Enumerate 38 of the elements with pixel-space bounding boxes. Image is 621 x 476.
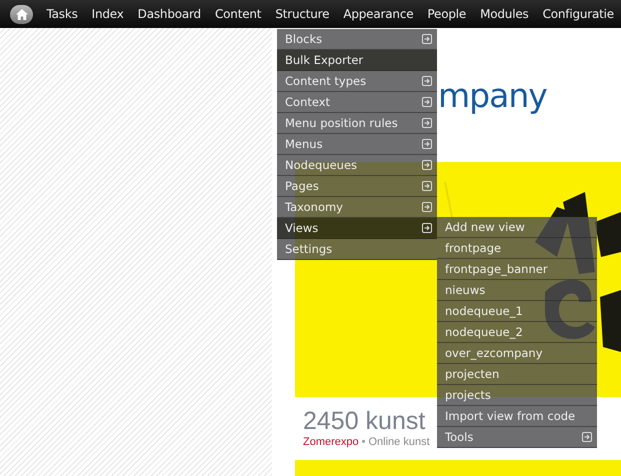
logo-text: mpany [438, 76, 547, 114]
tagline-link[interactable]: Zomerexpo [303, 436, 359, 448]
tagline: Online kunst [368, 436, 430, 448]
toolbar-item[interactable]: People [420, 7, 474, 21]
menu-item[interactable]: Content types [277, 71, 437, 92]
toolbar-item[interactable]: Appearance [336, 7, 420, 21]
menu-item[interactable]: Menu position rules [277, 113, 437, 134]
menu-item[interactable]: Blocks [277, 29, 437, 50]
menu-item[interactable]: Settings [277, 239, 437, 260]
submenu-item[interactable]: Tools [437, 427, 597, 448]
menu-item[interactable]: Nodequeues [277, 155, 437, 176]
menu-item[interactable]: Views [277, 218, 437, 239]
separator: • [362, 436, 366, 448]
submenu-item[interactable]: frontpage [437, 238, 597, 259]
toolbar-item[interactable]: Modules [473, 7, 536, 21]
submenu-item[interactable]: nodequeue_1 [437, 301, 597, 322]
submenu-item[interactable]: Add new view [437, 217, 597, 238]
home-icon [16, 8, 28, 20]
menu-item[interactable]: Context [277, 92, 437, 113]
toolbar-item[interactable]: Index [84, 7, 131, 21]
menu-item[interactable]: Pages [277, 176, 437, 197]
submenu-item[interactable]: nodequeue_2 [437, 322, 597, 343]
toolbar-item[interactable]: Structure [268, 7, 336, 21]
menu-item[interactable]: Menus [277, 134, 437, 155]
submenu-item[interactable]: projects [437, 385, 597, 406]
menu-item[interactable]: Bulk Exporter [277, 50, 437, 71]
toolbar-item[interactable]: Content [208, 7, 268, 21]
menu-item[interactable]: Taxonomy [277, 197, 437, 218]
submenu-item[interactable]: nieuws [437, 280, 597, 301]
submenu-item[interactable]: projecten [437, 364, 597, 385]
toolbar-item[interactable]: Tasks [39, 7, 85, 21]
submenu-item[interactable]: frontpage_banner [437, 259, 597, 280]
toolbar-item[interactable]: Dashboard [130, 7, 208, 21]
toolbar-item[interactable]: Configuratie [536, 7, 621, 21]
headline: 2450 kunst [303, 407, 426, 436]
submenu-item[interactable]: Import view from code [437, 406, 597, 427]
submenu-item[interactable]: over_ezcompany [437, 343, 597, 364]
home-button[interactable] [10, 4, 34, 24]
